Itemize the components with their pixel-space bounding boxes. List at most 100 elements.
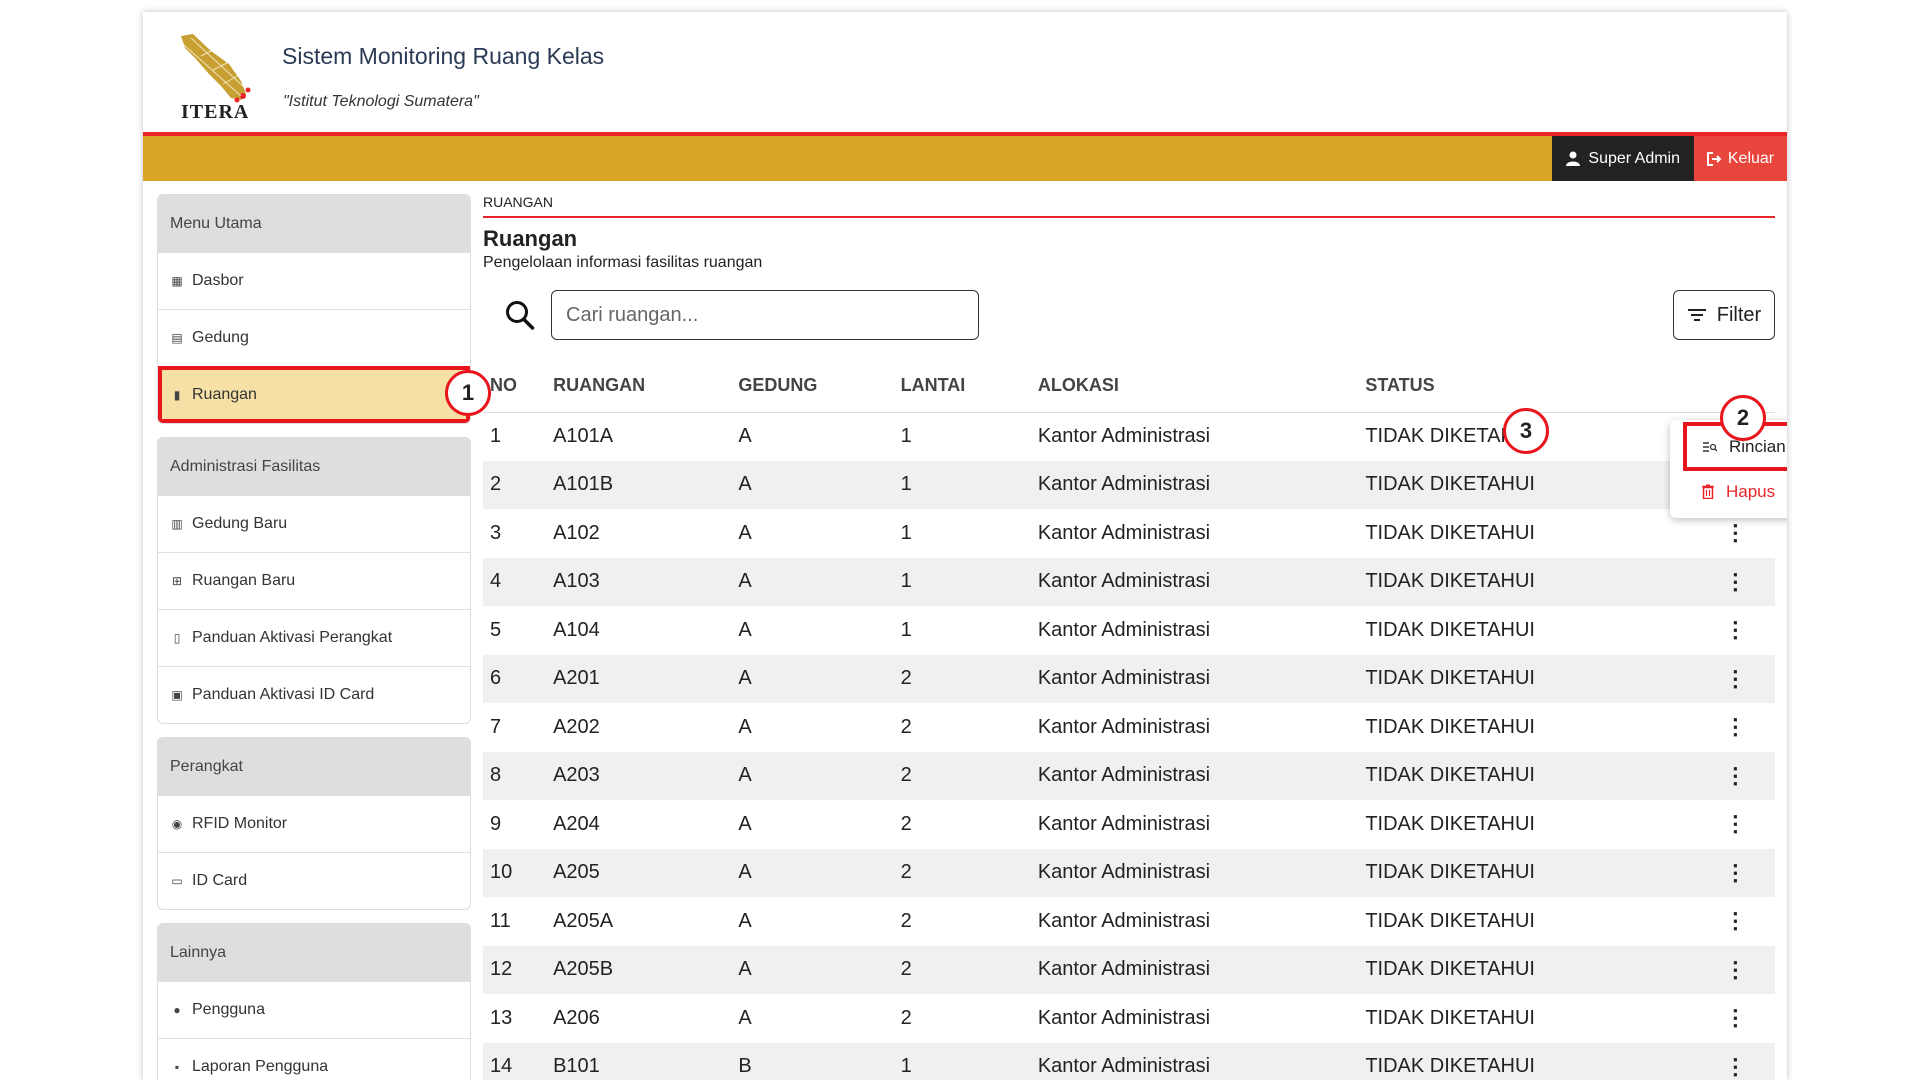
cell-actions: ⋮	[1696, 558, 1775, 607]
column-header-alokasi[interactable]: ALOKASI	[1037, 360, 1366, 413]
cell-ruangan: A104	[553, 618, 600, 641]
more-options-icon[interactable]: ⋮	[1723, 811, 1747, 837]
cell-alokasi: Kantor Administrasi	[1037, 958, 1211, 981]
cell-lantai: 2	[900, 764, 912, 787]
cell-lantai: 1	[900, 618, 912, 641]
sidebar-item-panduan-id-card[interactable]: ▣ Panduan Aktivasi ID Card	[158, 666, 470, 723]
table-row: 10 A205 A 2 Kantor Administrasi TIDAK DIKETAH…	[483, 848, 1775, 898]
more-options-icon[interactable]: ⋮	[1723, 908, 1747, 934]
column-header-lantai[interactable]: LANTAI	[900, 360, 1038, 413]
user-button[interactable]: Super Admin	[1552, 136, 1694, 181]
cell-lantai: 1	[900, 570, 912, 593]
search-input[interactable]	[551, 290, 979, 340]
annotation-marker-1: 1	[445, 370, 491, 416]
cell-lantai: 2	[900, 909, 912, 932]
cell-gedung: A	[738, 812, 752, 835]
trash-icon	[1702, 484, 1714, 499]
cell-alokasi: Kantor Administrasi	[1037, 618, 1211, 641]
more-options-icon[interactable]: ⋮	[1723, 569, 1747, 595]
search-icon[interactable]	[505, 299, 535, 331]
column-header-status[interactable]: STATUS	[1365, 360, 1696, 413]
sidebar-group-lainnya: Lainnya ● Pengguna ▪ Laporan Pengguna	[157, 923, 471, 1080]
cell-status: TIDAK DIKETAHUI	[1365, 473, 1535, 496]
cell-no: 9	[490, 812, 502, 835]
cell-no: 5	[490, 618, 502, 641]
sidebar-item-laporan-pengguna[interactable]: ▪ Laporan Pengguna	[158, 1038, 470, 1080]
logo-text: ITERA	[181, 101, 250, 123]
annotation-marker-3: 3	[1503, 408, 1549, 454]
sidebar-item-panduan-perangkat[interactable]: ▯ Panduan Aktivasi Perangkat	[158, 609, 470, 666]
sidebar-item-rfid-monitor[interactable]: ◉ RFID Monitor	[158, 795, 470, 852]
report-icon: ▪	[174, 1060, 180, 1074]
header: ITERA Sistem Monitoring Ruang Kelas "Ist…	[143, 12, 1787, 132]
column-header-gedung[interactable]: GEDUNG	[738, 360, 901, 413]
cell-no: 7	[490, 715, 502, 738]
cell-no: 10	[490, 861, 513, 884]
cell-no: 6	[490, 667, 502, 690]
sidebar-item-ruangan-baru[interactable]: ⊞ Ruangan Baru	[158, 552, 470, 609]
top-bar: Super Admin Keluar	[143, 132, 1787, 181]
cell-alokasi: Kantor Administrasi	[1037, 812, 1211, 835]
sidebar-item-label: Dasbor	[192, 272, 244, 289]
sidebar-item-id-card[interactable]: ▭ ID Card	[158, 852, 470, 909]
app-window: ITERA Sistem Monitoring Ruang Kelas "Ist…	[143, 12, 1787, 1080]
cell-gedung: A	[738, 715, 752, 738]
cell-no: 8	[490, 764, 502, 787]
table-row: 5 A104 A 1 Kantor Administrasi TIDAK DIKETAHU…	[483, 606, 1775, 655]
column-header-no[interactable]: NO	[483, 360, 554, 413]
cell-lantai: 2	[900, 958, 912, 981]
cell-alokasi: Kantor Administrasi	[1037, 1055, 1211, 1078]
users-icon: ●	[173, 1003, 181, 1017]
cell-status: TIDAK DIKETAHUI	[1365, 521, 1535, 544]
sidebar-group-perangkat: Perangkat ◉ RFID Monitor ▭ ID Card	[157, 737, 471, 910]
sidebar-item-pengguna[interactable]: ● Pengguna	[158, 981, 470, 1038]
cell-ruangan: A102	[553, 521, 600, 544]
column-header-ruangan[interactable]: RUANGAN	[553, 360, 739, 413]
app-subtitle: "Istitut Teknologi Sumatera"	[283, 93, 479, 110]
more-options-icon[interactable]: ⋮	[1723, 714, 1747, 740]
cell-gedung: A	[738, 521, 752, 544]
logout-button[interactable]: Keluar	[1694, 136, 1787, 181]
delete-menu-item[interactable]: Hapus	[1670, 469, 1787, 514]
more-options-icon[interactable]: ⋮	[1723, 763, 1747, 789]
cell-actions: ⋮	[1696, 849, 1775, 898]
sidebar-item-label: Ruangan	[192, 386, 257, 403]
more-options-icon[interactable]: ⋮	[1723, 617, 1747, 643]
filter-button[interactable]: Filter	[1673, 290, 1775, 340]
more-options-icon[interactable]: ⋮	[1723, 860, 1747, 886]
sidebar-group-menu-utama: Menu Utama ▦ Dasbor ▤ Gedung ▮ Ruangan	[157, 194, 471, 424]
cell-gedung: A	[738, 570, 752, 593]
more-options-icon[interactable]: ⋮	[1723, 1054, 1747, 1080]
cell-ruangan: A202	[553, 715, 600, 738]
sidebar-item-dasbor[interactable]: ▦ Dasbor	[158, 252, 470, 309]
table-row: 6 A201 A 2 Kantor Administrasi TIDAK DIKETAHU…	[483, 654, 1775, 703]
table-row: 2 A101B A 1 Kantor Administrasi TIDAK DIKETAH…	[483, 460, 1775, 509]
building-icon: ▤	[171, 331, 183, 345]
cell-status: TIDAK DIKETAHUI	[1365, 1055, 1535, 1078]
table-header-row: NO RUANGAN GEDUNG LANTAI ALOKASI STATUS	[483, 360, 1775, 413]
page-description: Pengelolaan informasi fasilitas ruangan	[483, 254, 763, 271]
annotation-marker-2: 2	[1720, 395, 1766, 441]
table-row: 4 A103 A 1 Kantor Administrasi TIDAK DIKETAHU…	[483, 557, 1775, 607]
cell-alokasi: Kantor Administrasi	[1037, 861, 1211, 884]
cell-alokasi: Kantor Administrasi	[1037, 425, 1211, 447]
more-options-icon[interactable]: ⋮	[1723, 666, 1747, 692]
room-plus-icon: ⊞	[171, 574, 183, 588]
sidebar-item-gedung[interactable]: ▤ Gedung	[158, 309, 470, 366]
cell-lantai: 2	[900, 715, 912, 738]
id-badge-icon: ▣	[171, 688, 183, 702]
more-options-icon[interactable]: ⋮	[1723, 1005, 1747, 1031]
table-body: 1 A101A A 1 Kantor Administrasi TIDAK DIKETAH…	[483, 412, 1775, 1080]
cell-ruangan: B101	[553, 1055, 600, 1078]
cell-ruangan: A205A	[553, 909, 614, 932]
more-options-icon[interactable]: ⋮	[1723, 520, 1747, 546]
more-options-icon[interactable]: ⋮	[1723, 957, 1747, 983]
sidebar-item-ruangan[interactable]: ▮ Ruangan	[158, 366, 470, 423]
page-title: Ruangan	[483, 226, 578, 251]
sidebar-item-gedung-baru[interactable]: ▥ Gedung Baru	[158, 495, 470, 552]
app-title: Sistem Monitoring Ruang Kelas	[282, 43, 605, 69]
cell-gedung: A	[738, 909, 752, 932]
search-row: Filter	[483, 287, 1775, 347]
cell-gedung: A	[738, 958, 752, 981]
sidebar: Menu Utama ▦ Dasbor ▤ Gedung ▮ Ruangan A…	[157, 194, 471, 1080]
